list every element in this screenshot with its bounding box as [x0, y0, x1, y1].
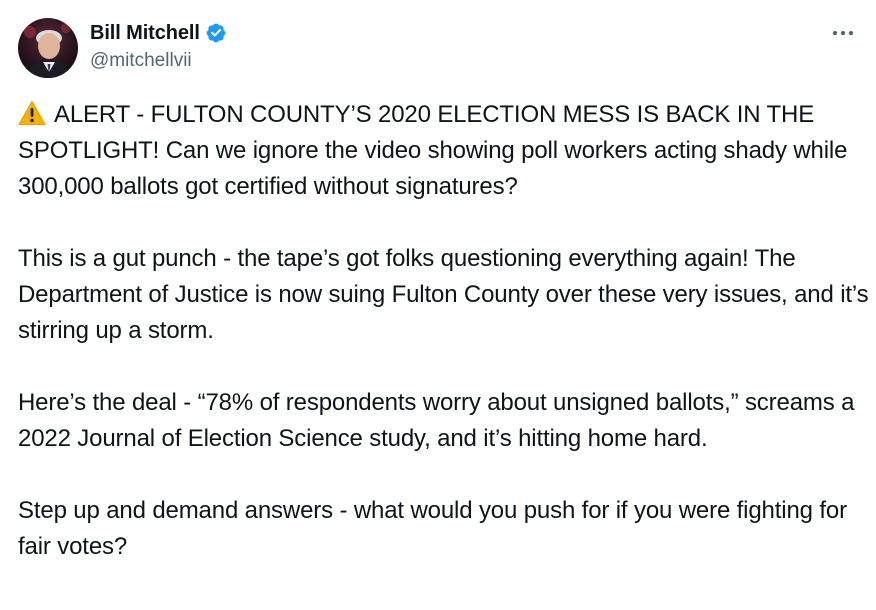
tweet-card: Bill Mitchell @mitchellvii ALERT - FULTO…: [0, 0, 876, 610]
tweet-paragraph-1: ALERT - FULTON COUNTY’S 2020 ELECTION ME…: [18, 97, 870, 205]
verified-badge-icon[interactable]: [205, 22, 227, 44]
warning-icon: [18, 100, 46, 126]
name-row: Bill Mitchell: [90, 20, 227, 46]
avatar[interactable]: [18, 18, 78, 78]
tweet-paragraph-4: Step up and demand answers - what would …: [18, 497, 847, 560]
avatar-image: [18, 18, 78, 78]
tweet-paragraph-1-text: ALERT - FULTON COUNTY’S 2020 ELECTION ME…: [18, 101, 848, 200]
tweet-text: ALERT - FULTON COUNTY’S 2020 ELECTION ME…: [18, 97, 870, 565]
tweet-paragraph-3: Here’s the deal - “78% of respondents wo…: [18, 389, 855, 452]
author-names: Bill Mitchell @mitchellvii: [90, 20, 227, 72]
author-handle[interactable]: @mitchellvii: [90, 50, 227, 72]
more-options-button[interactable]: [828, 20, 858, 46]
tweet-header: Bill Mitchell @mitchellvii: [18, 18, 858, 78]
display-name[interactable]: Bill Mitchell: [90, 22, 200, 45]
more-dots-icon: [832, 30, 854, 36]
tweet-paragraph-2: This is a gut punch - the tape’s got fol…: [18, 245, 869, 344]
